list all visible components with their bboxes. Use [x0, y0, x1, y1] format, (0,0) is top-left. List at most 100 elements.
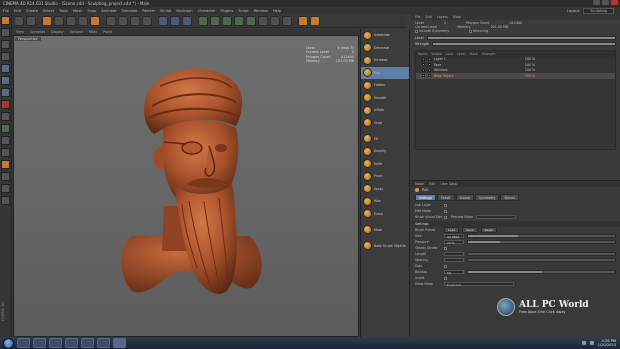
taskbar-browser-icon[interactable]	[33, 338, 46, 348]
buildup-input[interactable]: 50	[444, 269, 464, 275]
taskbar-app-icon[interactable]	[81, 338, 94, 348]
subdivision-surface-icon[interactable]	[210, 15, 220, 26]
x-axis-icon[interactable]	[106, 15, 116, 26]
edges-mode-icon[interactable]	[1, 76, 10, 85]
taskbar-cinema4d-icon[interactable]	[113, 338, 126, 348]
pressure-slider[interactable]	[467, 240, 616, 244]
attr-menu-mode[interactable]: Mode	[415, 182, 424, 186]
taskbar-app-icon[interactable]	[97, 338, 110, 348]
use-layer-checkbox[interactable]	[444, 203, 447, 207]
cube-icon[interactable]	[198, 15, 208, 26]
length-slider[interactable]	[467, 252, 616, 256]
coordinate-system-icon[interactable]	[142, 15, 152, 26]
clock[interactable]: 4:26 PM 1/20/2013	[598, 339, 616, 347]
layout-select[interactable]: Sculpting	[583, 7, 614, 14]
live-selection-icon[interactable]	[42, 15, 52, 26]
texture-mode-icon[interactable]	[1, 40, 10, 49]
render-settings-icon[interactable]	[182, 15, 192, 26]
visibility-icon[interactable]	[422, 68, 425, 72]
menu-script[interactable]: Script	[238, 9, 248, 13]
start-button-icon[interactable]	[3, 337, 14, 349]
brush-inflate[interactable]: Inflate	[361, 104, 409, 116]
brush-wax[interactable]: Wax	[361, 195, 409, 207]
brush-decrease[interactable]: Decrease	[361, 42, 409, 54]
edit-mode-checkbox[interactable]	[444, 209, 447, 213]
attr-menu-edit[interactable]: Edit	[429, 182, 435, 186]
floor-icon[interactable]	[258, 15, 268, 26]
dots-checkbox[interactable]	[444, 264, 447, 268]
rotate-icon[interactable]	[78, 15, 88, 26]
brush-erase[interactable]: Erase	[361, 208, 409, 220]
lock-icon[interactable]	[428, 57, 431, 61]
z-axis-icon[interactable]	[130, 15, 140, 26]
menu-mesh[interactable]: Mesh	[73, 9, 82, 13]
menu-plugins[interactable]: Plugins	[220, 9, 233, 13]
buildup-slider[interactable]	[467, 270, 616, 274]
bake-sculpt-objects-button[interactable]: Bake Sculpt Objects	[361, 240, 409, 252]
array-icon[interactable]	[222, 15, 232, 26]
layers-menu-file[interactable]: File	[415, 15, 421, 19]
menu-character[interactable]: Character	[198, 9, 216, 13]
strength-slider[interactable]	[432, 41, 616, 46]
viewport-menu-panel[interactable]: Panel	[103, 30, 112, 34]
taskbar-media-icon[interactable]	[49, 338, 62, 348]
level-slider[interactable]	[426, 35, 616, 40]
menu-edit[interactable]: Edit	[14, 9, 21, 13]
sculpted-head-model[interactable]	[14, 36, 359, 337]
minimize-button[interactable]	[593, 0, 600, 5]
sculpt-mode-icon[interactable]	[298, 15, 308, 26]
visual-size-checkbox[interactable]	[444, 215, 447, 219]
menu-create[interactable]: Create	[26, 9, 38, 13]
visibility-icon[interactable]	[422, 57, 425, 61]
points-mode-icon[interactable]	[1, 64, 10, 73]
preview-mode-select[interactable]	[476, 214, 517, 220]
include-symmetry-toggle[interactable]: Include Symmetry	[415, 29, 449, 33]
menu-snap[interactable]: Snap	[87, 9, 96, 13]
draw-mode-select[interactable]: Freehand	[444, 281, 514, 287]
lock-icon[interactable]	[428, 63, 431, 67]
solo-icon[interactable]	[1, 148, 10, 157]
maximize-button[interactable]	[602, 0, 609, 5]
axis-mode-icon[interactable]	[1, 100, 10, 109]
close-button[interactable]	[611, 0, 618, 5]
camera-icon[interactable]	[270, 15, 280, 26]
brush-pinch[interactable]: Pinch	[361, 170, 409, 182]
menu-render[interactable]: Render	[142, 9, 155, 13]
invert-checkbox[interactable]	[444, 276, 447, 280]
pressure-input[interactable]: 22 %	[444, 239, 464, 245]
mirroring-toggle[interactable]: Mirroring	[469, 29, 488, 33]
brush-subdivide[interactable]: Subdivide	[361, 29, 409, 41]
brush-amplify[interactable]: Amplify	[361, 145, 409, 157]
taskbar-folder-icon[interactable]	[65, 338, 78, 348]
workplane-lock-icon[interactable]	[1, 136, 10, 145]
lock-icon[interactable]	[428, 74, 431, 78]
menu-sculpt[interactable]: Sculpt	[160, 9, 171, 13]
sculpt-layer-icon[interactable]	[1, 160, 10, 169]
spacing-input[interactable]	[444, 257, 464, 263]
viewport-menu-display[interactable]: Display	[51, 30, 64, 34]
materials-icon[interactable]	[1, 196, 10, 205]
tab-stencil[interactable]: Stencil	[500, 194, 520, 201]
menu-animate[interactable]: Animate	[101, 9, 116, 13]
redo-icon[interactable]	[26, 15, 36, 26]
steady-stroke-checkbox[interactable]	[444, 246, 447, 250]
brush-grab[interactable]: Grab	[361, 117, 409, 129]
size-input[interactable]: 34.3893	[444, 233, 464, 239]
save-preset-button[interactable]: Save	[462, 227, 478, 233]
render-view-icon[interactable]	[158, 15, 168, 26]
perspective-viewport[interactable]: Perspective Level 4 (max 5) Current Level…	[13, 35, 359, 337]
visibility-icon[interactable]	[422, 63, 425, 67]
render-picture-viewer-icon[interactable]	[170, 15, 180, 26]
make-editable-icon[interactable]	[1, 16, 10, 25]
attr-menu-user-data[interactable]: User Data	[440, 182, 456, 186]
viewport-menu-cameras[interactable]: Cameras	[30, 30, 45, 34]
brush-flatten[interactable]: Flatten	[361, 79, 409, 91]
reset-preset-button[interactable]: Reset	[480, 227, 497, 233]
polygons-mode-icon[interactable]	[1, 88, 10, 97]
spline-icon[interactable]	[234, 15, 244, 26]
menu-window[interactable]: Window	[254, 9, 268, 13]
lock-icon[interactable]	[428, 68, 431, 72]
light-icon[interactable]	[282, 15, 292, 26]
paint-mode-icon[interactable]	[310, 15, 320, 26]
menu-select[interactable]: Select	[43, 9, 54, 13]
